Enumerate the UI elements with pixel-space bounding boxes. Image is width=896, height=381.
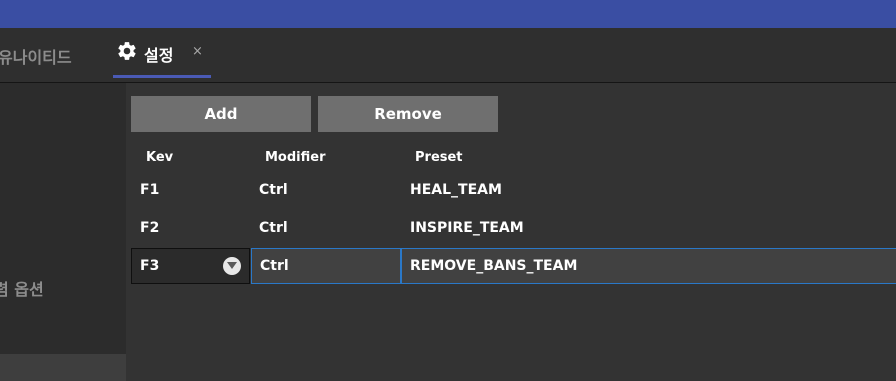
modifier-field[interactable]: Ctrl	[251, 248, 401, 284]
row-1-key[interactable]: F1	[140, 182, 159, 198]
tab-settings-label: 설정	[144, 46, 174, 65]
add-button[interactable]: Add	[131, 96, 311, 132]
sidebar-item-options[interactable]: 렴 옵션	[0, 276, 44, 300]
row-1-preset[interactable]: HEAL_TEAM	[410, 182, 502, 198]
tab-settings[interactable]: 설정 ×	[113, 36, 211, 78]
row-2-modifier[interactable]: Ctrl	[259, 220, 288, 236]
column-header-modifier: Modifier	[265, 150, 326, 165]
column-header-key: Kev	[146, 150, 174, 165]
row-1-modifier[interactable]: Ctrl	[259, 182, 288, 198]
preset-field[interactable]: REMOVE_BANS_TEAM	[401, 248, 896, 284]
gear-icon	[116, 40, 138, 62]
chevron-down-icon[interactable]	[223, 257, 241, 275]
column-header-preset: Preset	[415, 150, 463, 165]
modifier-field-value: Ctrl	[260, 258, 289, 274]
key-select[interactable]: F3	[131, 248, 250, 284]
close-icon[interactable]: ×	[192, 44, 203, 59]
tab-united[interactable]: 유나이티드	[0, 44, 72, 68]
remove-button[interactable]: Remove	[318, 96, 498, 132]
row-2-preset[interactable]: INSPIRE_TEAM	[410, 220, 524, 236]
sidebar-item-selected[interactable]	[0, 354, 126, 381]
preset-field-value: REMOVE_BANS_TEAM	[410, 258, 578, 274]
sidebar	[0, 83, 126, 381]
key-select-value: F3	[140, 258, 160, 274]
title-bar	[0, 0, 896, 28]
row-2-key[interactable]: F2	[140, 220, 159, 236]
